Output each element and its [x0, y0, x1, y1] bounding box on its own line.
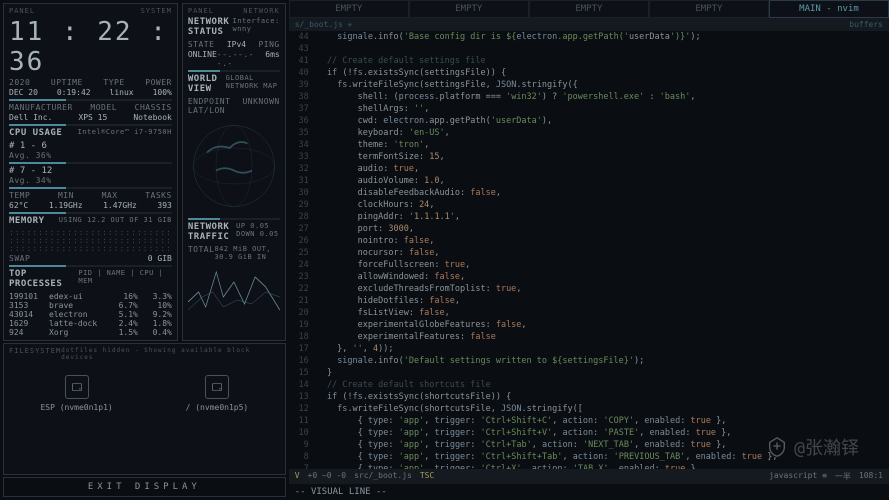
code-line: 12 fs.writeFileSync(shortcutsFile, JSON.… — [293, 403, 885, 415]
code-line: 41 // Create default settings file — [293, 55, 885, 67]
code-line: 39 fs.writeFileSync(settingsFile, JSON.s… — [293, 79, 885, 91]
code-line: 27 port: 3000, — [293, 223, 885, 235]
editor-tab[interactable]: EMPTY — [409, 0, 529, 18]
clock: 11 : 22 : 36 — [9, 17, 172, 77]
system-panel: PANELSYSTEM 11 : 22 : 36 2020 UPTIME TYP… — [3, 3, 178, 341]
code-line: 43 — [293, 43, 885, 55]
traffic-graph — [188, 262, 280, 312]
code-line: 22 excludeThreadsFromToplist: true, — [293, 283, 885, 295]
code-line: 20 fsListView: false, — [293, 307, 885, 319]
code-line: 31 audioVolume: 1.0, — [293, 175, 885, 187]
code-line: 11 { type: 'app', trigger: 'Ctrl+Shift+C… — [293, 415, 885, 427]
process-row: 43014electron5.1%9.2% — [9, 310, 172, 319]
editor-tab[interactable]: EMPTY — [289, 0, 409, 18]
watermark: @张瀚铎 — [766, 434, 859, 460]
code-line: 36 cwd: electron.app.getPath('userData')… — [293, 115, 885, 127]
fs-item[interactable]: ESP (nvme0n1p1) — [40, 375, 112, 412]
editor-pane: EMPTYEMPTYEMPTYEMPTYMAIN - nvim s/_boot.… — [289, 0, 889, 500]
code-line: 30 disableFeedbackAudio: false, — [293, 187, 885, 199]
status-bar: V +0 ~0 -0 src/_boot.js TSC javascript ≡… — [289, 469, 889, 484]
code-line: 17 }, '', 4)); — [293, 343, 885, 355]
code-line: 35 keyboard: 'en-US', — [293, 127, 885, 139]
filesystem-panel: FILESYSTEMdotfiles hidden - Showing avai… — [3, 343, 286, 475]
code-line: 29 clockHours: 24, — [293, 199, 885, 211]
file-name: s/_boot.js ✳ — [295, 20, 353, 29]
editor-tab[interactable]: EMPTY — [649, 0, 769, 18]
code-line: 23 allowWindowed: false, — [293, 271, 885, 283]
process-row: 924Xorg1.5%0.4% — [9, 328, 172, 337]
code-line: 32 audio: true, — [293, 163, 885, 175]
code-line: 44 signale.info('Base config dir is ${el… — [293, 31, 885, 43]
code-line: 24 forceFullscreen: true, — [293, 259, 885, 271]
fs-item[interactable]: / (nvme0n1p5) — [186, 375, 249, 412]
tab-bar: EMPTYEMPTYEMPTYEMPTYMAIN - nvim — [289, 0, 889, 18]
process-row: 1629latte-dock2.4%1.8% — [9, 319, 172, 328]
code-line: 25 nocursor: false, — [293, 247, 885, 259]
code-line: 15 } — [293, 367, 885, 379]
globe-icon — [188, 116, 280, 216]
code-line: 33 termFontSize: 15, — [293, 151, 885, 163]
network-panel: PANELNETWORK NETWORK STATUSInterface: wn… — [182, 3, 286, 341]
code-line: 38 shell: (process.platform === 'win32')… — [293, 91, 885, 103]
disk-icon — [205, 375, 229, 399]
code-line: 13 if (!fs.existsSync(shortcutsFile)) { — [293, 391, 885, 403]
code-line: 19 experimentalGlobeFeatures: false, — [293, 319, 885, 331]
exit-button[interactable]: EXIT DISPLAY — [3, 477, 286, 497]
code-line: 21 hideDotfiles: false, — [293, 295, 885, 307]
code-line: 34 theme: 'tron', — [293, 139, 885, 151]
code-line: 26 nointro: false, — [293, 235, 885, 247]
process-list: 199101edex-ui16%3.3%3153brave6.7%10%4301… — [9, 292, 172, 337]
memory-dots: ::::::::::::::::::::::::::::::::::::::::… — [9, 229, 172, 253]
code-line: 18 experimentalFeatures: false — [293, 331, 885, 343]
code-line: 37 shellArgs: '', — [293, 103, 885, 115]
code-line: 16 signale.info('Default settings writte… — [293, 355, 885, 367]
editor-tab[interactable]: EMPTY — [529, 0, 649, 18]
process-row: 3153brave6.7%10% — [9, 301, 172, 310]
code-line: 40 if (!fs.existsSync(settingsFile)) { — [293, 67, 885, 79]
code-area[interactable]: 44 signale.info('Base config dir is ${el… — [289, 31, 889, 469]
mode-indicator: -- VISUAL LINE -- — [289, 484, 889, 500]
editor-tab[interactable]: MAIN - nvim — [769, 0, 889, 18]
code-line: 14 // Create default shortcuts file — [293, 379, 885, 391]
code-line: 28 pingAddr: '1.1.1.1', — [293, 211, 885, 223]
buffers-label: buffers — [849, 20, 883, 29]
disk-icon — [65, 375, 89, 399]
process-row: 199101edex-ui16%3.3% — [9, 292, 172, 301]
